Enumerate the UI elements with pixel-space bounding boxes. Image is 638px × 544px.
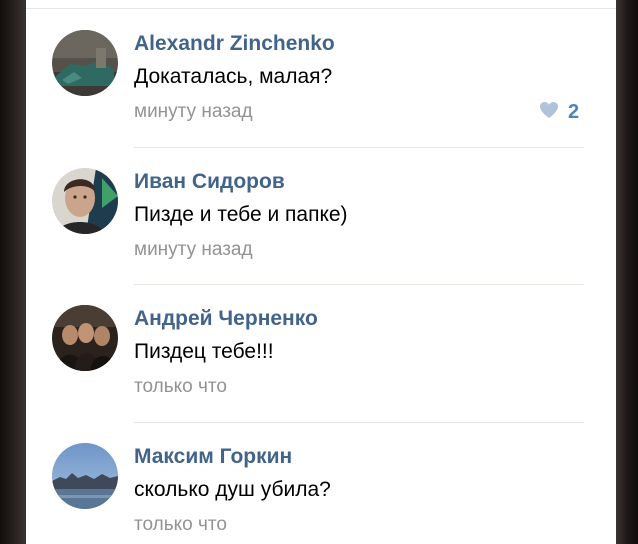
comment-time[interactable]: минуту назад — [134, 239, 253, 261]
comment-item: Alexandr Zinchenko Докаталась, малая? ми… — [26, 10, 616, 147]
like-button[interactable]: 2 — [539, 99, 579, 125]
avatar[interactable] — [52, 305, 118, 371]
avatar[interactable] — [52, 443, 118, 509]
comment-author[interactable]: Максим Горкин — [134, 445, 292, 469]
comment-item: Максим Горкин сколько душ убила? только … — [26, 423, 616, 544]
avatar[interactable] — [52, 30, 118, 96]
comments-panel: Alexandr Zinchenko Докаталась, малая? ми… — [26, 0, 616, 544]
heart-icon — [539, 101, 559, 124]
comment-item: Андрей Черненко Пиздец тебе!!! только чт… — [26, 285, 616, 422]
comment-time[interactable]: только что — [134, 376, 227, 398]
comment-text: сколько душ убила? — [134, 478, 331, 501]
comment-author[interactable]: Андрей Черненко — [134, 307, 318, 331]
panel-top-divider — [26, 8, 616, 9]
comment-text: Пизде и тебе и папке) — [134, 203, 348, 226]
photo-background-left — [0, 0, 26, 544]
comment-time[interactable]: только что — [134, 514, 227, 536]
comment-text: Пиздец тебе!!! — [134, 340, 274, 363]
comment-author[interactable]: Alexandr Zinchenko — [134, 32, 335, 56]
photo-background-right — [616, 0, 638, 544]
comment-time[interactable]: минуту назад — [134, 101, 253, 123]
comment-item: Иван Сидоров Пизде и тебе и папке) минут… — [26, 148, 616, 285]
comment-author[interactable]: Иван Сидоров — [134, 170, 285, 194]
comment-text: Докаталась, малая? — [134, 65, 333, 88]
like-count: 2 — [568, 100, 580, 123]
avatar[interactable] — [52, 168, 118, 234]
